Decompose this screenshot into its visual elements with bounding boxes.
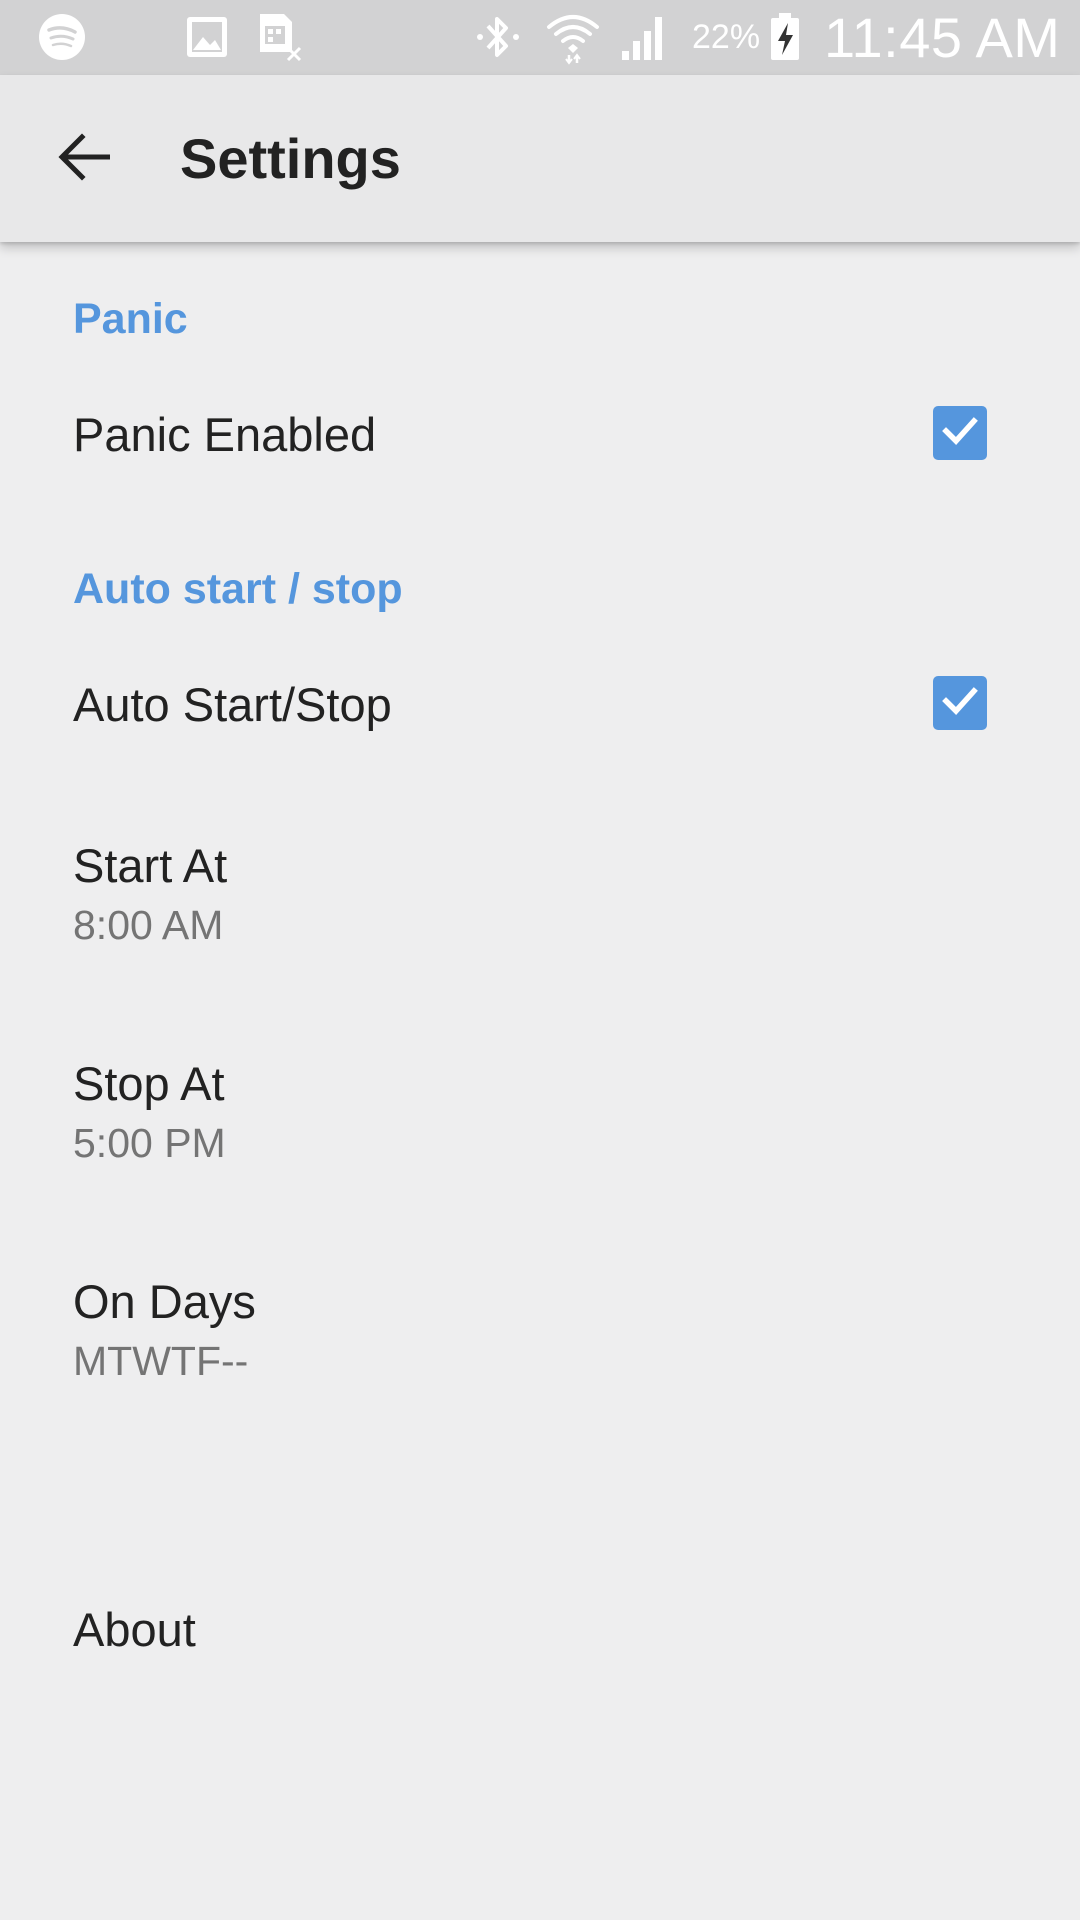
bluetooth-icon [472,12,524,62]
status-time: 11:45 AM [824,6,1061,69]
checkbox-panic-enabled[interactable] [933,406,987,460]
settings-screen: 22% 11:45 AM Settings Panic Panic Enable… [0,0,1080,1920]
app-bar: Settings [0,75,1080,242]
sim-card-icon [258,12,304,62]
pref-summary: MTWTF-- [73,1338,249,1384]
pref-row-panic-enabled[interactable]: Panic Enabled [0,375,1080,495]
section-header-auto: Auto start / stop [73,565,403,613]
signal-icon [620,12,670,62]
spotify-icon [37,12,87,62]
pref-row-start-at[interactable]: Start At 8:00 AM [0,800,1080,980]
pref-summary: 5:00 PM [73,1120,226,1166]
wifi-icon [545,12,601,65]
pref-title: Stop At [73,1057,225,1110]
battery-percent: 22% [692,18,761,56]
pref-summary: 8:00 AM [73,902,224,948]
battery-charging-icon [768,12,804,62]
page-title: Settings [180,127,401,190]
pref-title: Start At [73,839,228,892]
checkmark-icon [940,411,980,456]
checkmark-icon [940,681,980,726]
section-header-panic: Panic [73,295,188,343]
pref-row-about[interactable]: About [0,1570,1080,1690]
pref-title: On Days [73,1275,256,1328]
arrow-back-icon [58,132,111,186]
back-button[interactable] [34,117,134,201]
pref-title: About [73,1603,196,1656]
pref-row-auto-start-stop[interactable]: Auto Start/Stop [0,645,1080,765]
pref-row-on-days[interactable]: On Days MTWTF-- [0,1236,1080,1416]
pref-row-stop-at[interactable]: Stop At 5:00 PM [0,1018,1080,1198]
pref-title: Panic Enabled [73,408,377,461]
gallery-icon [185,12,229,62]
status-bar: 22% 11:45 AM [0,0,1080,75]
checkbox-auto-start-stop[interactable] [933,676,987,730]
pref-title: Auto Start/Stop [73,678,392,731]
